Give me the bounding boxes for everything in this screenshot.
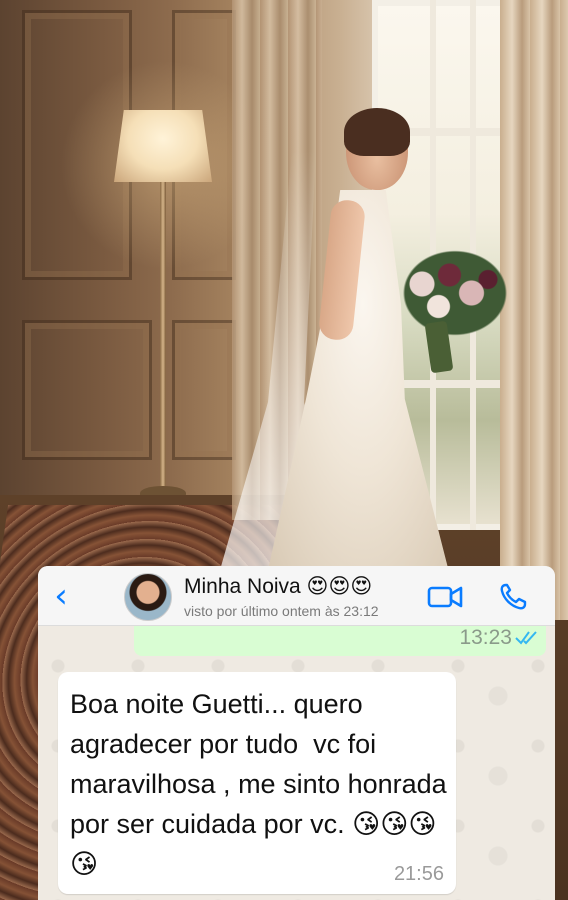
back-chevron-icon[interactable]: ‹ — [46, 578, 76, 614]
wall-panel — [22, 320, 152, 460]
sent-message-time: 13:23 — [459, 626, 512, 649]
bridal-bouquet — [400, 248, 510, 338]
received-message-bubble[interactable]: Boa noite Guetti... quero agradecer por … — [58, 672, 456, 894]
sent-message-bubble[interactable]: 13:23 — [134, 626, 546, 656]
received-message-time: 21:56 — [393, 863, 444, 885]
chat-header: ‹ Minha Noiva 😍😍😍 visto por último ontem… — [38, 566, 555, 626]
floor-lamp-pole — [160, 182, 166, 492]
bride-hair — [344, 108, 410, 156]
received-message-text: Boa noite Guetti... quero agradecer por … — [70, 689, 455, 879]
wall-panel — [172, 320, 236, 460]
video-call-icon[interactable] — [426, 580, 466, 614]
double-check-icon — [515, 631, 537, 645]
floor-lamp-shade — [114, 110, 212, 182]
last-seen-status: visto por último ontem às 23:12 — [184, 603, 379, 619]
curtain-right — [500, 0, 568, 620]
phone-call-icon[interactable] — [494, 580, 534, 614]
contact-avatar[interactable] — [124, 573, 172, 621]
whatsapp-chat-screenshot: ‹ Minha Noiva 😍😍😍 visto por último ontem… — [38, 566, 555, 900]
contact-name[interactable]: Minha Noiva 😍😍😍 — [184, 574, 372, 599]
